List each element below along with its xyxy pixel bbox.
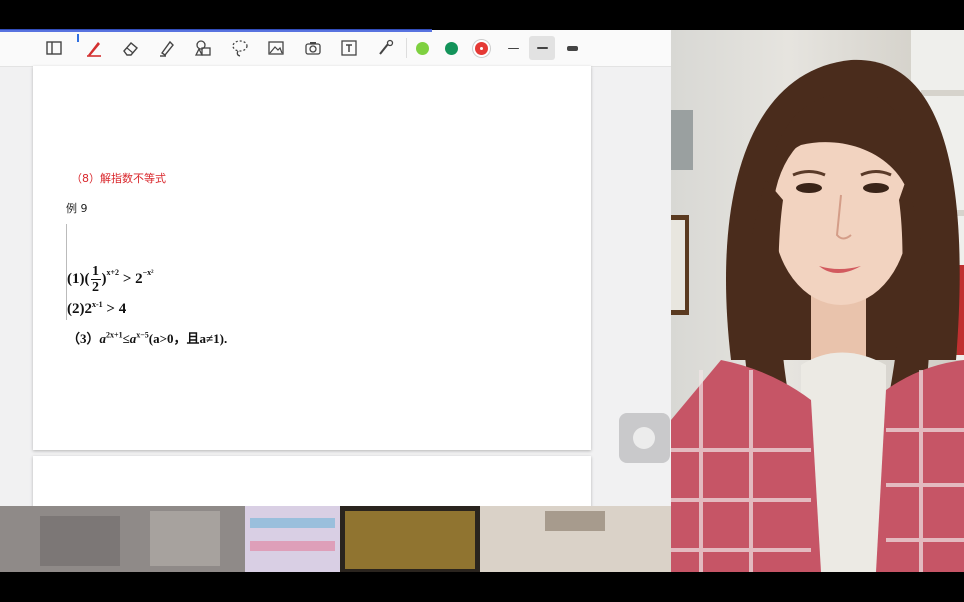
assistive-button-dot-icon — [633, 427, 655, 449]
problem-3-prefix: （3） — [67, 331, 100, 346]
problem-3-condition: (a>0，且a≠1). — [148, 331, 228, 346]
problem-2-exponent: x-1 — [92, 300, 103, 309]
problem-1: (1)( 1 2 ) x+2 > 2 −x² — [67, 263, 154, 295]
laser-pointer-icon[interactable] — [374, 36, 398, 60]
problem-3: （3）a2x+1≤ax−5(a>0，且a≠1). — [67, 328, 227, 347]
line-width-medium-selected[interactable] — [529, 36, 555, 60]
color-swatch-light-green[interactable] — [416, 42, 429, 55]
lasso-icon[interactable] — [228, 36, 252, 60]
upload-progress-line — [0, 29, 432, 32]
problem-3-exponent-1: 2x+1 — [106, 330, 123, 340]
problem-1-exponent-2: −x² — [142, 267, 154, 277]
floating-assistive-button[interactable] — [619, 413, 670, 463]
drawing-toolbar — [0, 30, 671, 67]
next-document-page — [33, 456, 591, 506]
color-swatch-red-selected[interactable] — [475, 42, 488, 55]
whiteboard-app-window: （8）解指数不等式 例 9 (1)( 1 2 ) x+2 > 2 −x² (2)… — [0, 30, 671, 506]
fraction-denominator: 2 — [92, 279, 99, 295]
problem-2-prefix: (2)2 — [67, 301, 92, 317]
example-label: 例 9 — [66, 202, 88, 215]
pen-icon[interactable] — [82, 36, 106, 60]
problem-1-exponent-1: x+2 — [106, 267, 120, 277]
top-black-bar — [0, 0, 964, 30]
image-icon[interactable] — [264, 36, 288, 60]
section-title: （8）解指数不等式 — [71, 172, 166, 185]
problem-1-prefix: (1)( — [67, 270, 90, 287]
line-width-thin[interactable] — [500, 36, 526, 60]
line-width-thick[interactable] — [559, 36, 585, 60]
highlighter-icon[interactable] — [155, 36, 179, 60]
document-page: （8）解指数不等式 例 9 (1)( 1 2 ) x+2 > 2 −x² (2)… — [33, 66, 591, 450]
problem-1-relation: > 2 — [119, 270, 143, 287]
problem-3-exponent-2: x−5 — [136, 330, 149, 340]
text-icon[interactable] — [337, 36, 361, 60]
problem-3-relation: ≤ — [122, 331, 130, 346]
active-tool-indicator — [77, 34, 79, 42]
color-swatch-dark-green[interactable] — [445, 42, 458, 55]
shapes-icon[interactable] — [191, 36, 215, 60]
eraser-icon[interactable] — [118, 36, 142, 60]
background-photo-strip — [0, 506, 671, 572]
bottom-black-bar — [0, 572, 964, 602]
sidebar-toggle-icon[interactable] — [42, 36, 66, 60]
webcam-feed — [671, 30, 964, 572]
fraction: 1 2 — [90, 263, 101, 295]
problem-2: (2)2x-1 > 4 — [67, 300, 126, 318]
problem-2-relation: > 4 — [102, 301, 127, 317]
camera-icon[interactable] — [301, 36, 325, 60]
fraction-numerator: 1 — [92, 263, 99, 279]
toolbar-divider — [406, 38, 407, 58]
